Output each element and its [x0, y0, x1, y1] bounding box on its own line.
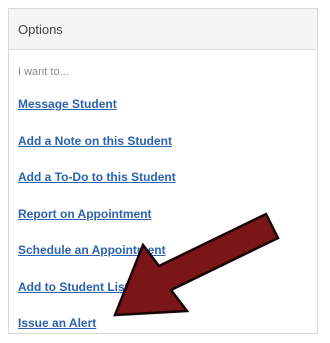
list-item: Issue an Alert — [18, 316, 317, 331]
list-item: Add a To-Do to this Student — [18, 170, 317, 185]
options-prompt: I want to... — [18, 66, 69, 78]
add-todo-link[interactable]: Add a To-Do to this Student — [18, 170, 317, 185]
list-item: Schedule an Appointment — [18, 243, 317, 258]
report-on-appointment-link[interactable]: Report on Appointment — [18, 207, 317, 222]
options-panel: Options I want to... Message Student Add… — [8, 8, 318, 334]
panel-header: Options — [9, 9, 317, 50]
add-note-link[interactable]: Add a Note on this Student — [18, 134, 317, 149]
list-item: Report on Appointment — [18, 207, 317, 222]
panel-body: I want to... Message Student Add a Note … — [9, 50, 317, 331]
list-item: Add a Note on this Student — [18, 134, 317, 149]
schedule-appointment-link[interactable]: Schedule an Appointment — [18, 243, 317, 258]
message-student-link[interactable]: Message Student — [18, 97, 317, 112]
panel-title: Options — [18, 22, 63, 37]
options-list: Message Student Add a Note on this Stude… — [18, 97, 317, 331]
add-to-student-list-link[interactable]: Add to Student List — [18, 280, 317, 295]
list-item: Message Student — [18, 97, 317, 112]
issue-alert-link[interactable]: Issue an Alert — [18, 316, 317, 331]
list-item: Add to Student List — [18, 280, 317, 295]
